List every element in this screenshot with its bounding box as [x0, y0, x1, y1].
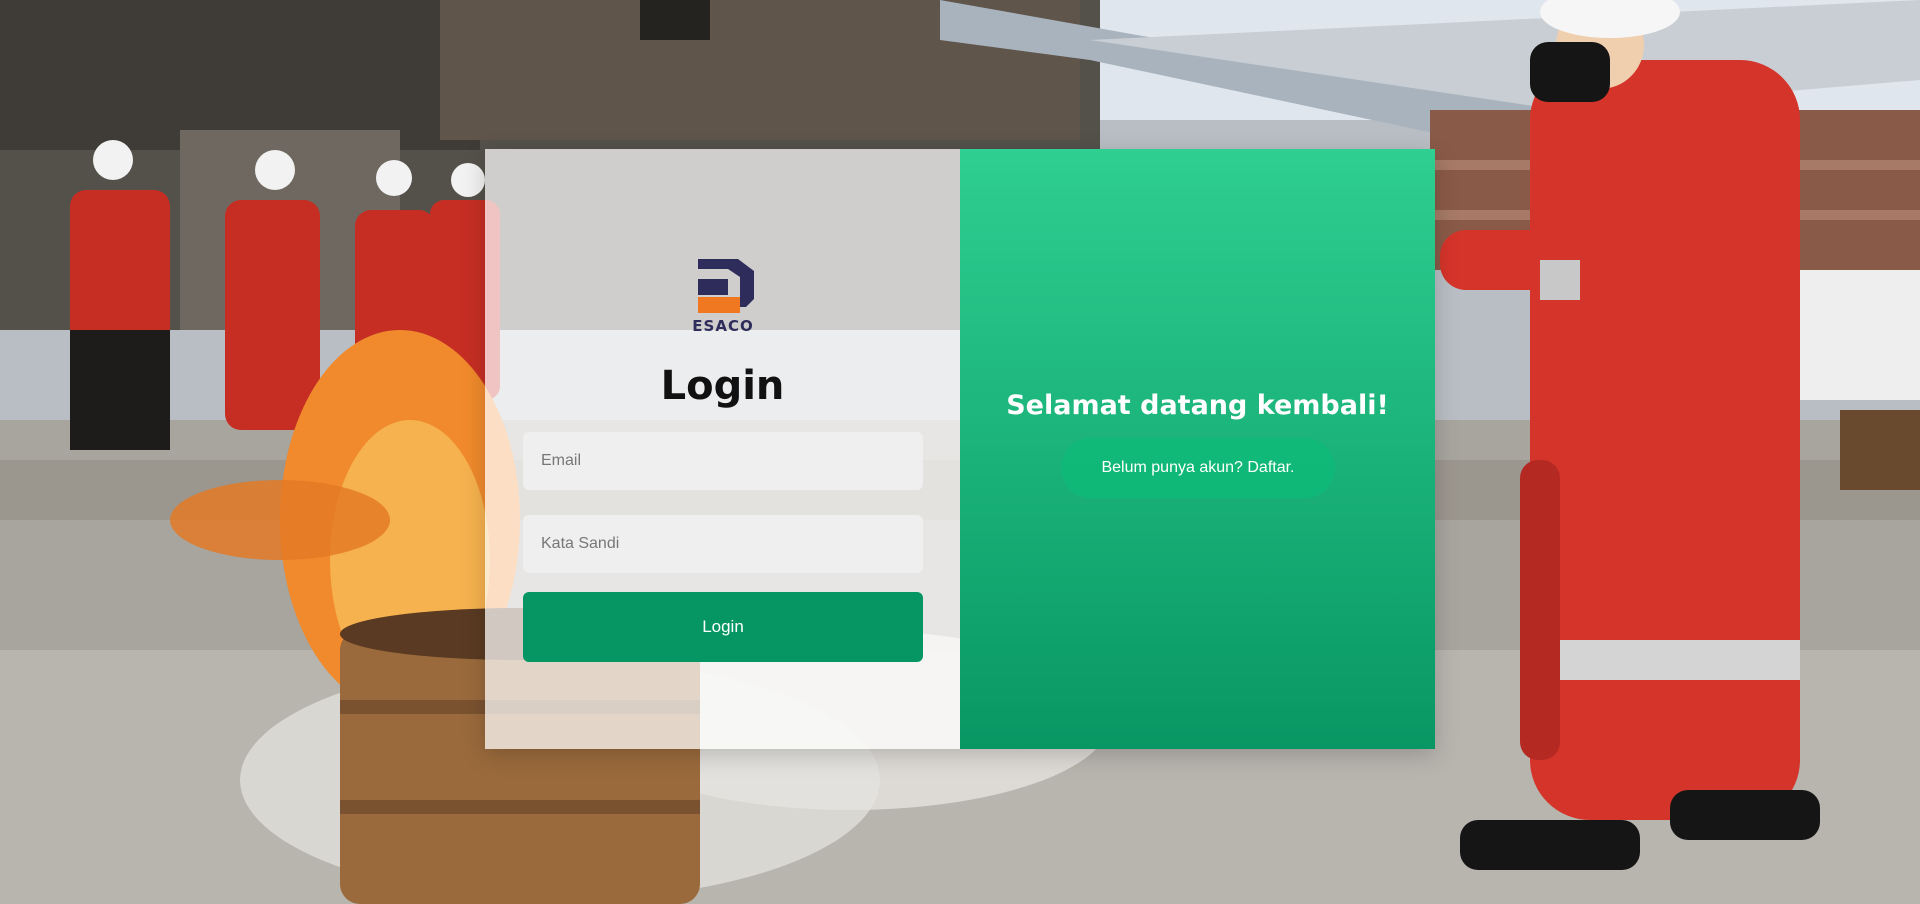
email-field[interactable] — [523, 432, 923, 490]
esaco-logo-icon: ESACO — [688, 257, 758, 337]
login-panel: ESACO Login Login — [485, 149, 960, 749]
login-button[interactable]: Login — [523, 592, 923, 662]
auth-card: ESACO Login Login Selamat datang kembali… — [485, 149, 1435, 749]
signup-button[interactable]: Belum punya akun? Daftar. — [1061, 438, 1335, 498]
password-field[interactable] — [523, 515, 923, 573]
page-title: Login — [660, 363, 785, 409]
welcome-title: Selamat datang kembali! — [1006, 390, 1389, 421]
welcome-panel: Selamat datang kembali! Belum punya akun… — [960, 149, 1435, 749]
brand-wordmark: ESACO — [692, 317, 754, 335]
